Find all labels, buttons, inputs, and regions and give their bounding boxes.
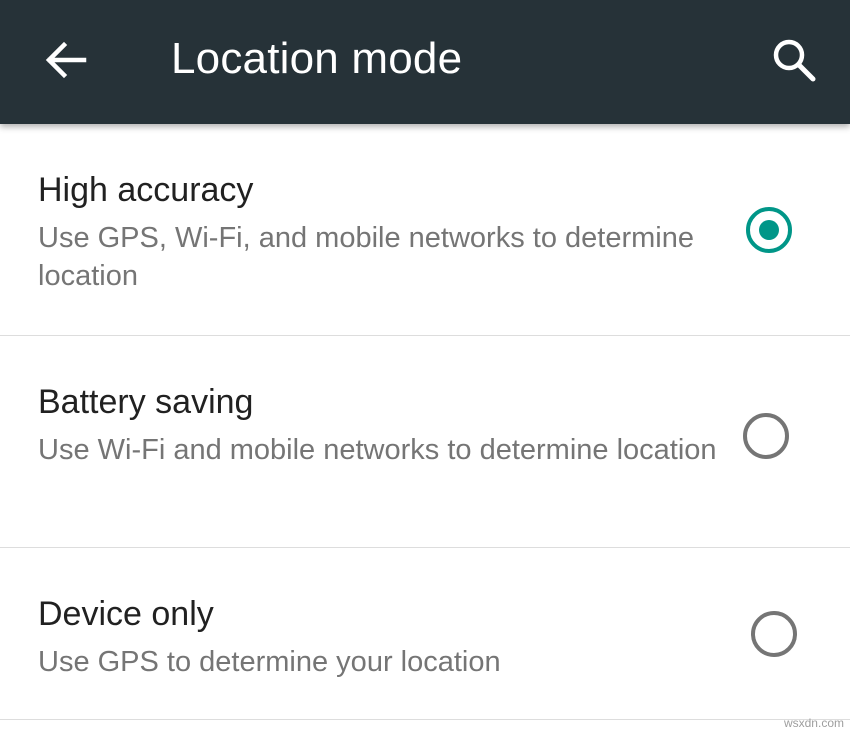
radio-selected-dot [759, 220, 779, 240]
watermark: wsxdn.com [783, 716, 844, 730]
option-title: High accuracy [38, 171, 254, 209]
option-battery-saving[interactable]: Battery saving Use Wi-Fi and mobile netw… [0, 336, 850, 547]
back-button[interactable] [28, 22, 104, 98]
option-device-only[interactable]: Device only Use GPS to determine your lo… [0, 548, 850, 719]
search-icon [773, 39, 816, 82]
page-title: Location mode [171, 34, 463, 83]
app-bar: Location mode [0, 0, 850, 124]
option-summary: Use GPS to determine your location [38, 646, 501, 678]
radio-battery-saving[interactable] [743, 413, 789, 459]
option-title: Device only [38, 595, 214, 633]
radio-device-only[interactable] [751, 611, 797, 657]
option-summary: Use GPS, Wi-Fi, and mobile networks to d… [38, 222, 694, 292]
arrow-back-icon [45, 41, 87, 79]
option-high-accuracy[interactable]: High accuracy Use GPS, Wi-Fi, and mobile… [0, 124, 850, 335]
option-summary: Use Wi-Fi and mobile networks to determi… [38, 434, 717, 466]
radio-high-accuracy[interactable] [746, 207, 792, 253]
search-button[interactable] [756, 22, 832, 98]
divider [0, 719, 850, 720]
option-title: Battery saving [38, 383, 254, 421]
